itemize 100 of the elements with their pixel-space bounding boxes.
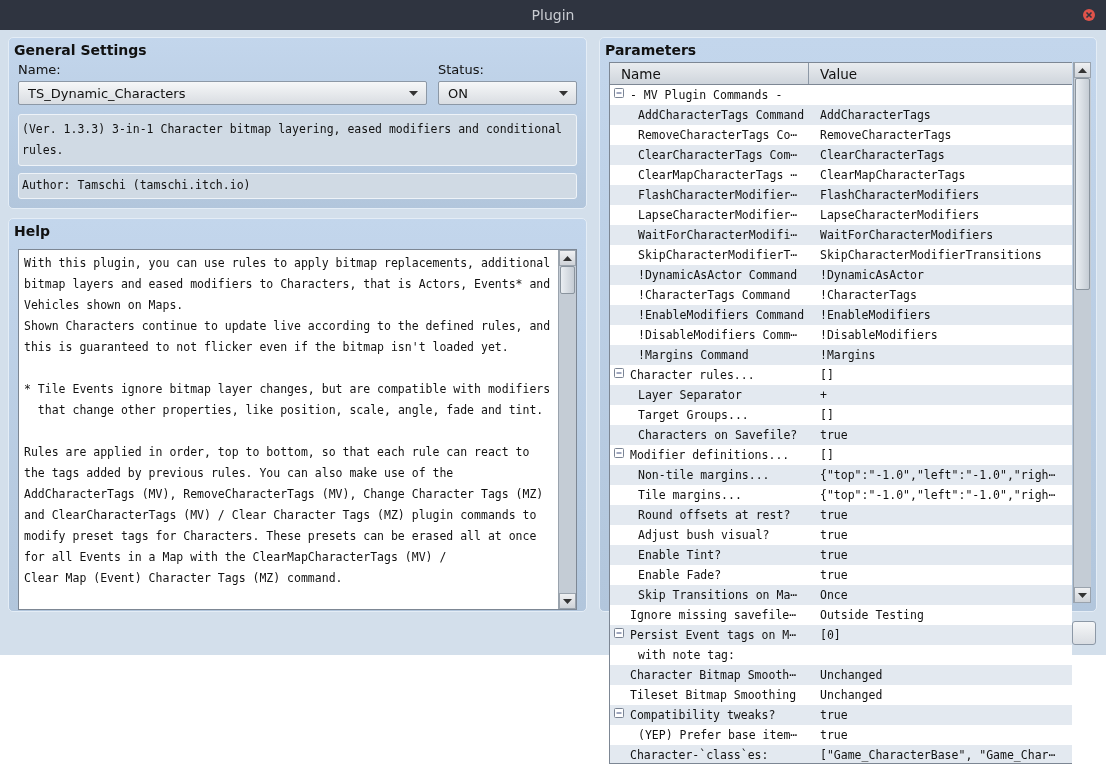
close-icon — [1083, 9, 1095, 21]
tree-row[interactable]: Character rules... [] — [610, 365, 1072, 385]
collapse-icon[interactable] — [614, 368, 624, 378]
parameter-name: !DynamicAsActor Command — [638, 268, 798, 282]
parameter-value: true — [820, 528, 848, 542]
tree-row[interactable]: Character-`class`es: ["Game_CharacterBase", "Game_Char⋯ — [610, 745, 1072, 763]
tree-row[interactable]: Modifier definitions... [] — [610, 445, 1072, 465]
parameter-name: !Margins Command — [638, 348, 749, 362]
tree-row[interactable]: Adjust bush visual? true — [610, 525, 1072, 545]
parameter-name: Character Bitmap Smooth⋯ — [630, 668, 797, 682]
tree-row[interactable]: Non-tile margins... {"top":"-1.0","left":"-1.0","righ⋯ — [610, 465, 1072, 485]
parameter-name: LapseCharacterModifier⋯ — [638, 208, 798, 222]
collapse-icon[interactable] — [614, 448, 624, 458]
tree-row[interactable]: !EnableModifiers Command !EnableModifiers — [610, 305, 1072, 325]
parameter-value: Outside Testing — [820, 608, 924, 622]
window-title: Plugin — [531, 7, 575, 23]
parameter-value: Unchanged — [820, 688, 883, 702]
parameter-value: Unchanged — [820, 668, 883, 682]
parameter-name: !DisableModifiers Comm⋯ — [638, 328, 798, 342]
parameter-value: true — [820, 508, 848, 522]
tree-row[interactable]: Target Groups... [] — [610, 405, 1072, 425]
dialog-button[interactable] — [1072, 621, 1096, 645]
panel-title: Help — [14, 223, 52, 241]
parameter-name: with note tag: — [638, 648, 735, 662]
tree-row[interactable]: FlashCharacterModifier⋯ FlashCharacterModifiers — [610, 185, 1072, 205]
tree-row[interactable]: !Margins Command !Margins — [610, 345, 1072, 365]
parameter-value: ClearCharacterTags — [820, 148, 945, 162]
tree-row[interactable]: !DisableModifiers Comm⋯ !DisableModifiers — [610, 325, 1072, 345]
column-header[interactable]: Name — [610, 63, 809, 84]
status-label: Status: — [438, 62, 485, 78]
parameter-value: [] — [820, 408, 834, 422]
parameter-name: !EnableModifiers Command — [638, 308, 805, 322]
tree-row[interactable]: SkipCharacterModifierT⋯ SkipCharacterModifierTransitions — [610, 245, 1072, 265]
parameter-value: [0] — [820, 628, 841, 642]
parameter-name: - MV Plugin Commands - — [630, 88, 783, 102]
status-dropdown[interactable]: ON — [438, 81, 577, 105]
tree-row[interactable]: Round offsets at rest? true — [610, 505, 1072, 525]
down-arrow-icon — [563, 598, 572, 604]
parameter-name: Ignore missing savefile⋯ — [630, 608, 797, 622]
parameter-value: WaitForCharacterModifiers — [820, 228, 994, 242]
tree-row[interactable]: Tileset Bitmap Smoothing Unchanged — [610, 685, 1072, 705]
parameter-name: RemoveCharacterTags Co⋯ — [638, 128, 798, 142]
parameter-name: Non-tile margins... — [638, 468, 770, 482]
scrollbar[interactable] — [1073, 62, 1091, 603]
parameter-value: AddCharacterTags — [820, 108, 931, 122]
tree-row[interactable]: RemoveCharacterTags Co⋯ RemoveCharacterTags — [610, 125, 1072, 145]
tree-row[interactable]: Layer Separator + — [610, 385, 1072, 405]
tree-row[interactable]: !CharacterTags Command !CharacterTags — [610, 285, 1072, 305]
parameter-value: Once — [820, 588, 848, 602]
help-text: With this plugin, you can use rules to apply bitmap replacements, additional bitmap layers and eased modifiers to Characters, that is Actors, Events* and Vehicles shown on Maps. Shown Characters continue to update live according to the defined rules, and this is guaranteed to not flicker even if the bitmap isn't loaded yet. * Tile Events ignore bitmap layer changes, but are compatible with modifiers that change other properties, like position, scale, angle, fade and tint. Rules are applied in order, top to bottom, so that each rule can react to the tags added by previous rules. You can also make use of the AddCharacterTags (MV), RemoveCharacterTags (MV), Change Character Tags (MZ) and ClearCharacterTags (MV) / Clear Character Tags (MZ) plugin commands to modify preset tags for Characters. These presets can be erased all at once for all Events in a Map with the ClearMapCharacterTags (MV) / Clear Map (Event) Character Tags (MZ) command. — [23, 255, 552, 587]
tree-row[interactable]: Ignore missing savefile⋯ Outside Testing — [610, 605, 1072, 625]
tree-row[interactable]: ClearCharacterTags Com⋯ ClearCharacterTags — [610, 145, 1072, 165]
parameter-name: Enable Tint? — [638, 548, 722, 562]
tree-row[interactable]: Characters on Savefile? true — [610, 425, 1072, 445]
parameter-value: !CharacterTags — [820, 288, 917, 302]
tree-row[interactable]: Skip Transitions on Ma⋯ Once — [610, 585, 1072, 605]
collapse-icon[interactable] — [614, 88, 624, 98]
parameter-name: Modifier definitions... — [630, 448, 790, 462]
parameter-name: Adjust bush visual? — [638, 528, 770, 542]
tree-row[interactable]: Persist Event tags on M⋯ [0] — [610, 625, 1072, 645]
tree-row[interactable]: Enable Fade? true — [610, 565, 1072, 585]
tree-row[interactable]: Enable Tint? true — [610, 545, 1072, 565]
collapse-icon[interactable] — [614, 708, 624, 718]
tree-row[interactable]: LapseCharacterModifier⋯ LapseCharacterModifiers — [610, 205, 1072, 225]
parameter-value: ClearMapCharacterTags — [820, 168, 966, 182]
parameter-name: WaitForCharacterModifi⋯ — [638, 228, 798, 242]
tree-row[interactable]: Compatibility tweaks? true — [610, 705, 1072, 725]
tree-row[interactable]: Tile margins... {"top":"-1.0","left":"-1.0","righ⋯ — [610, 485, 1072, 505]
parameter-value: [] — [820, 448, 834, 462]
tree-row[interactable]: - MV Plugin Commands - — [610, 85, 1072, 105]
tree-row[interactable]: (YEP) Prefer base item⋯ true — [610, 725, 1072, 745]
parameter-value: [] — [820, 368, 834, 382]
scrollbar-thumb[interactable] — [560, 266, 575, 294]
parameter-value: LapseCharacterModifiers — [820, 208, 980, 222]
tree-row[interactable]: with note tag: — [610, 645, 1072, 665]
tree-row[interactable]: AddCharacterTags Command AddCharacterTags — [610, 105, 1072, 125]
parameter-value: true — [820, 428, 848, 442]
tree-row[interactable]: !DynamicAsActor Command !DynamicAsActor — [610, 265, 1072, 285]
name-label: Name: — [18, 62, 62, 78]
column-header[interactable]: Value — [809, 63, 1072, 84]
parameter-name: Compatibility tweaks? — [630, 708, 776, 722]
scrollbar[interactable] — [558, 250, 576, 609]
tree-row[interactable]: WaitForCharacterModifi⋯ WaitForCharacterModifiers — [610, 225, 1072, 245]
author-text: Author: Tamschi (tamschi.itch.io) — [18, 173, 577, 199]
tree-row[interactable]: Character Bitmap Smooth⋯ Unchanged — [610, 665, 1072, 685]
parameter-value: !DynamicAsActor — [820, 268, 924, 282]
parameter-value: !DisableModifiers — [820, 328, 938, 342]
parameter-name: Characters on Savefile? — [638, 428, 798, 442]
parameter-name: AddCharacterTags Command — [638, 108, 805, 122]
name-dropdown[interactable]: TS_Dynamic_Characters — [18, 81, 427, 105]
parameter-name: Skip Transitions on Ma⋯ — [638, 588, 798, 602]
tree-row[interactable]: ClearMapCharacterTags ⋯ ClearMapCharacterTags — [610, 165, 1072, 185]
scrollbar-thumb[interactable] — [1075, 78, 1090, 290]
parameter-value: SkipCharacterModifierTransitions — [820, 248, 1042, 262]
up-arrow-icon — [1078, 67, 1087, 73]
parameter-value: {"top":"-1.0","left":"-1.0","righ⋯ — [820, 488, 1056, 502]
parameter-name: Enable Fade? — [638, 568, 722, 582]
close-button[interactable] — [1082, 8, 1096, 22]
parameter-name: Persist Event tags on M⋯ — [630, 628, 797, 642]
collapse-icon[interactable] — [614, 628, 624, 638]
